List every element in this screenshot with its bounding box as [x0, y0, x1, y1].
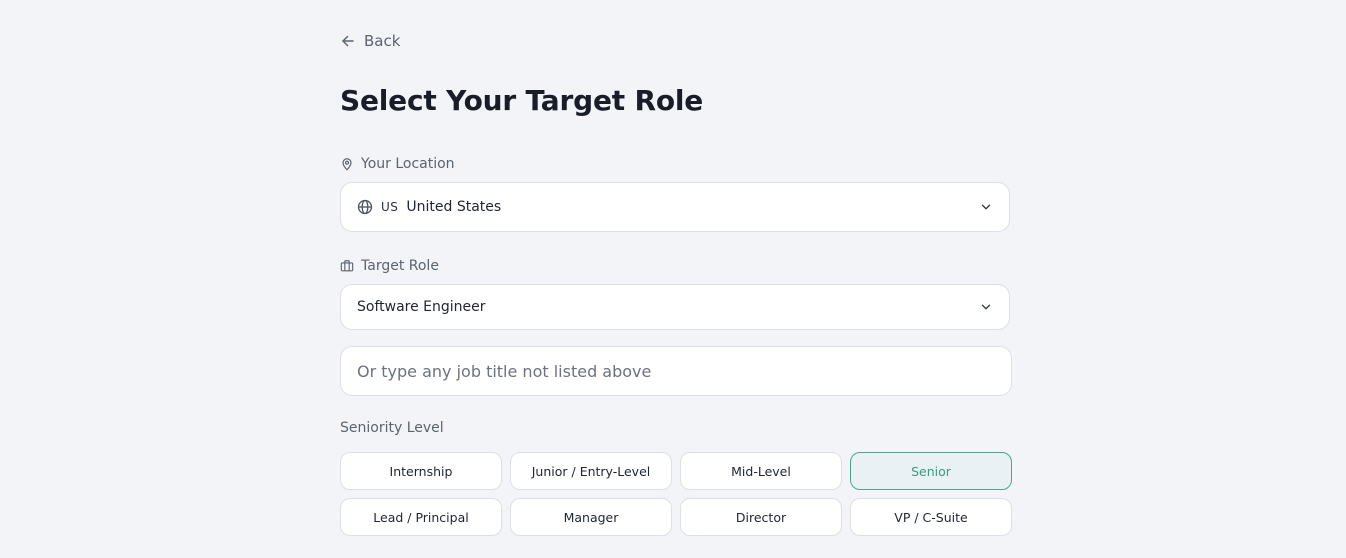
seniority-option-manager[interactable]: Manager	[510, 498, 672, 536]
arrow-left-icon	[342, 35, 354, 47]
location-select[interactable]: US United States	[340, 182, 1010, 232]
country-name: United States	[406, 199, 502, 215]
target-role-label: Target Role	[340, 256, 439, 276]
seniority-option-senior[interactable]: Senior	[850, 452, 1012, 490]
seniority-options: Internship Junior / Entry-Level Mid-Leve…	[340, 452, 1012, 536]
location-label: Your Location	[340, 154, 455, 174]
seniority-option-lead[interactable]: Lead / Principal	[340, 498, 502, 536]
location-label-text: Your Location	[361, 156, 455, 172]
target-role-select-value: Software Engineer	[357, 299, 979, 315]
seniority-option-vp[interactable]: VP / C-Suite	[850, 498, 1012, 536]
map-pin-icon	[342, 158, 352, 171]
page-title: Select Your Target Role	[340, 84, 704, 117]
custom-job-title-input[interactable]	[340, 346, 1012, 396]
location-select-value: US United States	[357, 199, 979, 215]
target-role-select[interactable]: Software Engineer	[340, 284, 1010, 330]
seniority-option-internship[interactable]: Internship	[340, 452, 502, 490]
briefcase-icon	[340, 260, 354, 272]
back-label: Back	[364, 32, 401, 50]
seniority-option-director[interactable]: Director	[680, 498, 842, 536]
target-role-label-text: Target Role	[361, 258, 439, 274]
chevron-down-icon	[981, 304, 991, 310]
seniority-label: Seniority Level	[340, 420, 444, 436]
chevron-down-icon	[981, 204, 991, 210]
seniority-option-mid-level[interactable]: Mid-Level	[680, 452, 842, 490]
target-role-value: Software Engineer	[357, 299, 486, 315]
back-button[interactable]: Back	[340, 30, 400, 52]
country-code: US	[381, 200, 399, 214]
globe-icon	[357, 199, 373, 215]
seniority-option-junior[interactable]: Junior / Entry-Level	[510, 452, 672, 490]
